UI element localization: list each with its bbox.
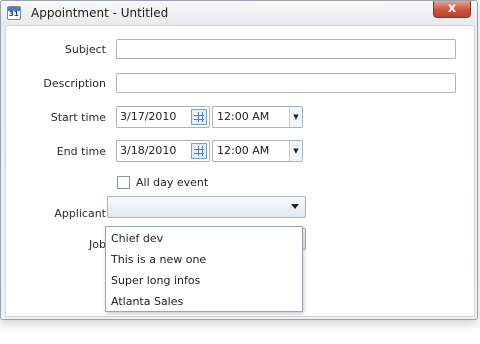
applicant-combobox[interactable]	[107, 196, 306, 218]
chevron-down-icon[interactable]: ▼	[289, 141, 302, 161]
description-label: Description	[43, 77, 106, 90]
description-input[interactable]	[116, 73, 456, 93]
end-date-value: 3/18/2010	[120, 144, 177, 157]
start-time-picker[interactable]: 12:00 AM ▼	[212, 106, 303, 128]
calendar-icon[interactable]	[191, 143, 207, 159]
all-day-checkbox[interactable]	[117, 176, 130, 189]
job-option[interactable]: Atlanta Sales	[111, 295, 183, 308]
start-time-value: 12:00 AM	[217, 110, 270, 123]
job-option[interactable]: Chief dev	[111, 232, 163, 245]
calendar-icon: 31	[7, 6, 21, 20]
all-day-label: All day event	[136, 176, 209, 189]
subject-input[interactable]	[116, 39, 456, 59]
start-time-label: Start time	[50, 111, 106, 124]
job-option[interactable]: Super long infos	[111, 274, 200, 287]
end-date-picker[interactable]: 3/18/2010	[116, 140, 210, 162]
subject-label: Subject	[64, 43, 106, 56]
job-label: Job	[89, 238, 106, 251]
job-dropdown-list: Chief dev This is a new one Super long i…	[105, 226, 303, 312]
start-date-value: 3/17/2010	[120, 110, 177, 123]
end-time-value: 12:00 AM	[217, 144, 270, 157]
end-time-label: End time	[56, 145, 106, 158]
close-button[interactable]: x	[433, 1, 471, 18]
window-title: Appointment - Untitled	[31, 6, 169, 20]
end-time-picker[interactable]: 12:00 AM ▼	[212, 140, 303, 162]
title-bar[interactable]: 31 Appointment - Untitled x	[1, 1, 477, 25]
chevron-down-icon	[291, 204, 299, 209]
job-option[interactable]: This is a new one	[111, 253, 206, 266]
calendar-icon[interactable]	[191, 109, 207, 125]
applicant-label: Applicant	[54, 207, 106, 220]
start-date-picker[interactable]: 3/17/2010	[116, 106, 210, 128]
chevron-down-icon[interactable]: ▼	[289, 107, 302, 127]
close-icon: x	[447, 1, 457, 16]
